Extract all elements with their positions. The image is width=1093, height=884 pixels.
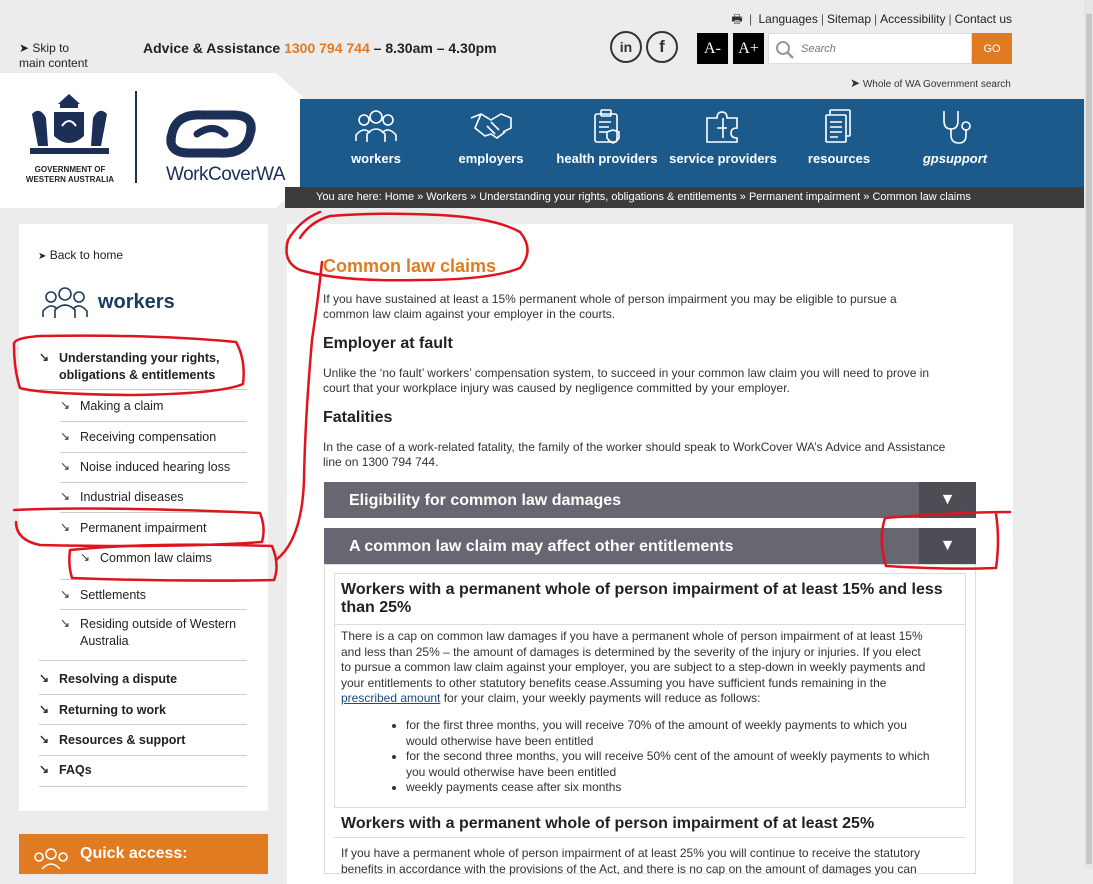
arrow-down-right-icon: ↘	[60, 587, 71, 601]
quick-access-title: Quick access:	[80, 845, 188, 862]
sidebar-item-residing-outside[interactable]: ↘ Residing outside of Western Australia	[60, 616, 250, 652]
subsection-heading-15-25: Workers with a permanent whole of person…	[341, 581, 943, 616]
languages-link[interactable]: Languages	[758, 12, 817, 26]
wa-crest-icon	[30, 94, 109, 154]
subsection-heading-25: Workers with a permanent whole of person…	[341, 815, 875, 832]
arrow-right-icon: ➤	[850, 76, 861, 90]
sidebar-item-common-law-claims[interactable]: ↘ Common law claims	[80, 550, 250, 567]
arrow-down-right-icon: ↘	[39, 732, 50, 746]
sidebar-item-settlements[interactable]: ↘ Settlements	[60, 587, 250, 604]
workers-icon	[42, 287, 88, 318]
sidebar-item-permanent-impairment[interactable]: ↘ Permanent impairment	[60, 520, 250, 537]
sidebar-item-industrial-diseases[interactable]: ↘ Industrial diseases	[60, 489, 250, 506]
sidebar-item-faqs[interactable]: ↘ FAQs	[39, 762, 249, 779]
arrow-down-right-icon: ↘	[60, 398, 71, 412]
arrow-down-right-icon: ↘	[39, 702, 50, 716]
linkedin-icon[interactable]: in	[610, 31, 642, 63]
facebook-icon[interactable]: f	[646, 31, 678, 63]
arrow-down-right-icon: ↘	[60, 520, 71, 534]
workers-icon	[34, 848, 68, 869]
scrollbar-thumb[interactable]	[1086, 14, 1092, 864]
arrow-down-right-icon: ↘	[39, 671, 50, 685]
print-icon[interactable]: 🖶	[731, 12, 742, 26]
utility-links: 🖶 | Languages | Sitemap | Accessibility | Cont…	[731, 12, 1012, 26]
back-to-home-link[interactable]: ➤ Back to home	[38, 248, 123, 262]
accessibility-link[interactable]: Accessibility	[880, 12, 945, 26]
logo-divider	[135, 91, 137, 183]
clipboard-icon	[594, 109, 620, 144]
arrow-down-right-icon: ↘	[60, 489, 71, 503]
advice-line: Advice & Assistance 1300 794 744 – 8.30a…	[143, 40, 497, 56]
sidebar-item-resources-support[interactable]: ↘ Resources & support	[39, 732, 249, 749]
search-icon	[776, 41, 794, 59]
subsection-paragraph-15-25: There is a cap on common law damages if …	[341, 629, 926, 705]
arrow-down-right-icon: ↘	[39, 350, 50, 364]
search-input[interactable]	[799, 39, 968, 59]
accordion-eligibility[interactable]: Eligibility for common law damages ▼	[324, 482, 976, 518]
handshake-icon	[470, 113, 512, 139]
heading-fatalities: Fatalities	[323, 409, 393, 426]
font-increase-button[interactable]: A+	[733, 33, 764, 64]
arrow-down-right-icon: ↘	[60, 616, 71, 630]
arrow-down-right-icon: ↘	[80, 550, 91, 564]
sidebar-item-resolving-dispute[interactable]: ↘ Resolving a dispute	[39, 671, 249, 688]
fatalities-paragraph: In the case of a work-related fatality, …	[323, 440, 946, 469]
sidebar-title: workers	[98, 291, 175, 313]
font-decrease-button[interactable]: A-	[697, 33, 728, 64]
nav-item-resources[interactable]: resources	[782, 99, 896, 187]
chevron-down-icon[interactable]: ▼	[919, 482, 976, 518]
list-item: weekly payments cease after six months	[406, 780, 966, 796]
nav-item-workers[interactable]: workers	[320, 99, 432, 187]
gov-wa-text: GOVERNMENT OF WESTERN AUSTRALIA	[25, 165, 115, 184]
chevron-down-icon[interactable]: ▼	[919, 528, 976, 564]
search-go-button[interactable]: GO	[972, 33, 1012, 64]
nav-item-health-providers[interactable]: health providers	[550, 99, 664, 187]
intro-paragraph: If you have sustained at least a 15% per…	[323, 292, 897, 321]
arrow-down-right-icon: ↘	[39, 762, 50, 776]
sidebar-item-rights[interactable]: ↘ Understanding your rights, obligations …	[39, 350, 249, 386]
search-box	[768, 33, 972, 64]
prescribed-amount-link[interactable]: prescribed amount	[341, 691, 440, 705]
list-item: for the first three months, you will rec…	[406, 718, 966, 749]
crumb-link[interactable]: Permanent impairment	[749, 191, 860, 203]
heading-employer-at-fault: Employer at fault	[323, 335, 453, 352]
sidebar-item-making-claim[interactable]: ↘ Making a claim	[60, 398, 250, 415]
sidebar-item-returning-to-work[interactable]: ↘ Returning to work	[39, 702, 249, 719]
contact-us-link[interactable]: Contact us	[955, 12, 1012, 26]
sidebar-item-receiving-compensation[interactable]: ↘ Receiving compensation	[60, 429, 250, 446]
wog-search-link[interactable]: ➤ Whole of WA Government search	[850, 76, 1011, 90]
subsection-paragraph-25: If you have a permanent whole of person …	[341, 846, 920, 876]
step-down-list: for the first three months, you will rec…	[390, 718, 966, 796]
stethoscope-icon	[943, 111, 971, 144]
crumb-link[interactable]: Workers	[426, 191, 467, 203]
advice-phone[interactable]: 1300 794 744	[284, 40, 370, 56]
puzzle-icon	[706, 111, 738, 143]
nav-item-gpsupport[interactable]: gpsupport	[898, 99, 1012, 187]
list-item: for the second three months, you will re…	[406, 749, 966, 780]
workcover-logo-icon[interactable]	[163, 103, 258, 163]
breadcrumb: You are here: Home » Workers » Understan…	[285, 187, 1084, 208]
workers-icon	[355, 110, 397, 142]
document-icon	[825, 109, 851, 143]
fault-paragraph: Unlike the ‘no fault’ workers’ compensat…	[323, 366, 930, 395]
arrow-right-icon: ➤	[19, 41, 30, 55]
sidebar-item-hearing-loss[interactable]: ↘ Noise induced hearing loss	[60, 459, 250, 476]
page-title: Common law claims	[323, 256, 497, 276]
arrow-right-icon: ➤	[38, 251, 47, 262]
nav-item-employers[interactable]: employers	[434, 99, 548, 187]
crumb-current: Common law claims	[872, 191, 971, 203]
crumb-link[interactable]: Home	[385, 191, 414, 203]
main-nav: workers employers health providers servi…	[300, 99, 1084, 187]
workcover-brand-text: WorkCoverWA	[166, 164, 286, 185]
skip-to-content-link[interactable]: ➤ Skip to main content	[19, 41, 88, 71]
crumb-link[interactable]: Understanding your rights, obligations &…	[479, 191, 736, 203]
accordion-other-entitlements[interactable]: A common law claim may affect other enti…	[324, 528, 976, 564]
sitemap-link[interactable]: Sitemap	[827, 12, 871, 26]
nav-item-service-providers[interactable]: service providers	[666, 99, 780, 187]
arrow-down-right-icon: ↘	[60, 459, 71, 473]
arrow-down-right-icon: ↘	[60, 429, 71, 443]
